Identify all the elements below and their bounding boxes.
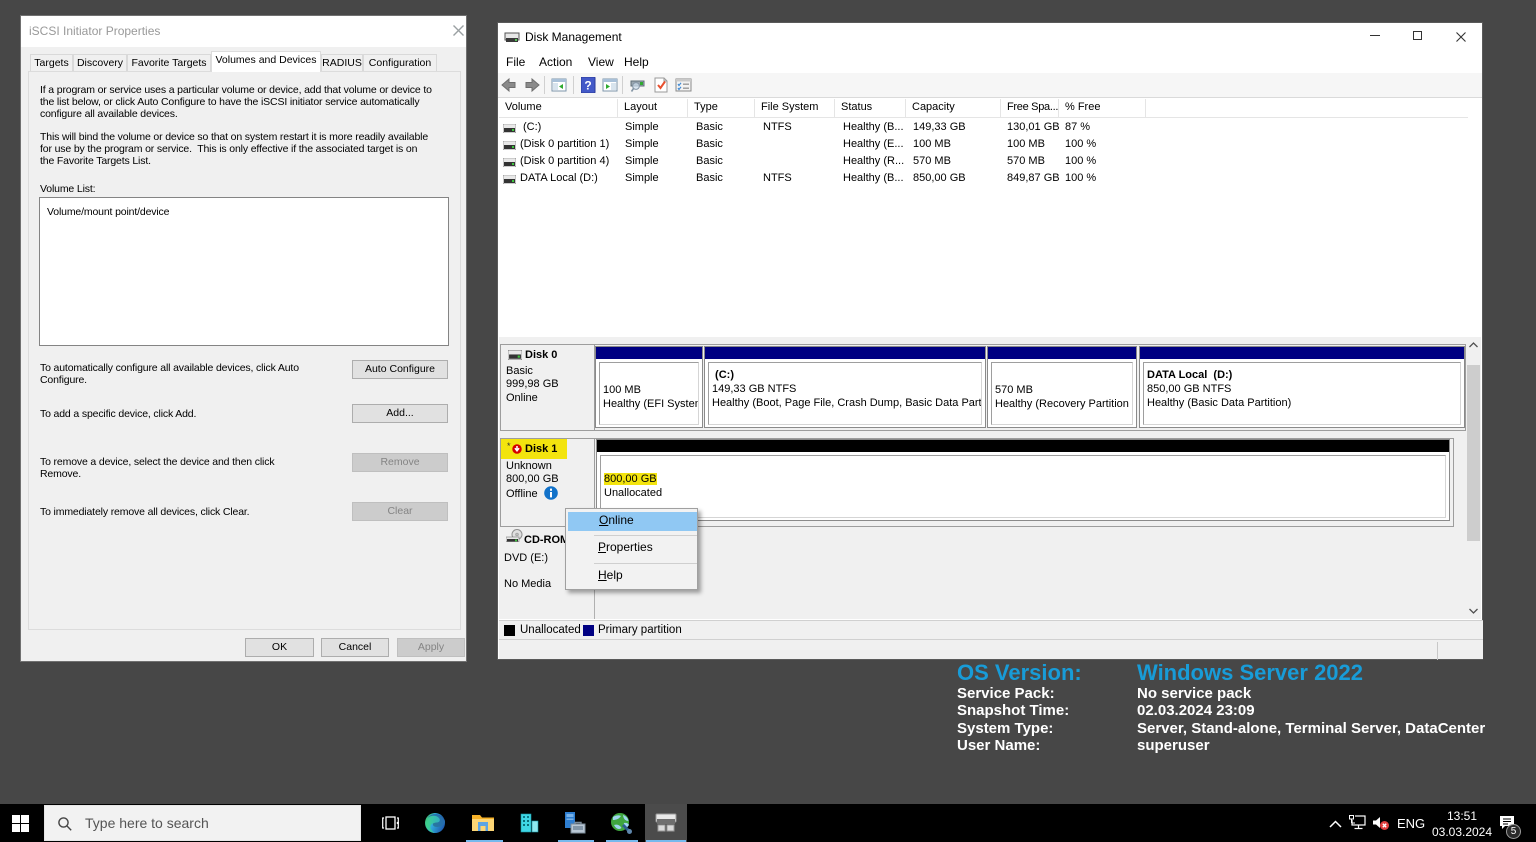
- svg-text:?: ?: [584, 79, 591, 93]
